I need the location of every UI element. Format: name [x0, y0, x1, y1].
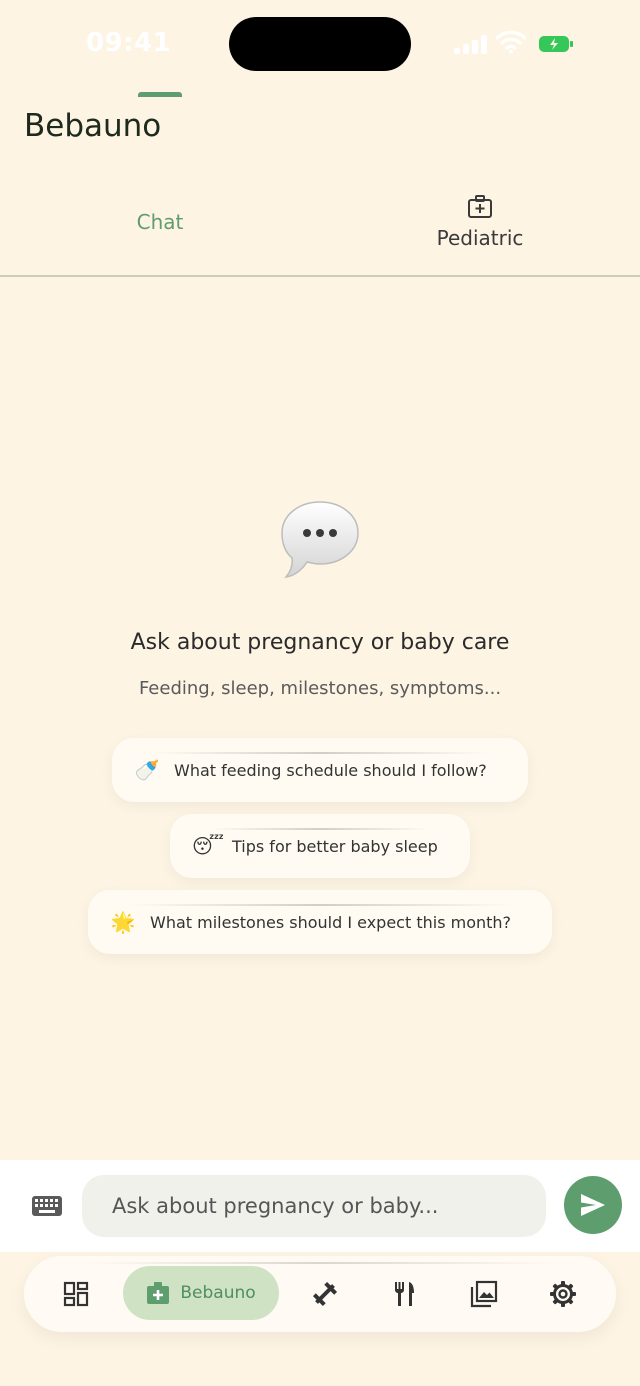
fork-knife-icon — [395, 1282, 414, 1306]
send-button[interactable] — [564, 1176, 622, 1234]
cellular-signal-icon — [454, 34, 488, 54]
tab-pediatric[interactable]: Pediatric — [320, 180, 640, 276]
nav-dashboard[interactable] — [50, 1268, 102, 1320]
speech-bubble-icon — [281, 501, 359, 578]
suggestion-chip-milestones[interactable]: 🌟 What milestones should I expect this m… — [88, 890, 552, 954]
dynamic-island — [229, 17, 411, 71]
bottom-nav: Bebauno — [24, 1256, 616, 1332]
status-bar: 09:41 — [0, 0, 640, 90]
empty-state-subtitle: Feeding, sleep, milestones, symptoms... — [138, 678, 502, 699]
medical-kit-icon — [147, 1282, 170, 1304]
keyboard-icon[interactable] — [32, 1196, 62, 1216]
empty-state-title: Ask about pregnancy or baby care — [130, 630, 510, 655]
sleeping-face-icon: 😴 — [192, 834, 225, 858]
baby-bottle-icon: 🍼 — [134, 758, 160, 782]
nav-bebauno[interactable]: Bebauno — [123, 1266, 279, 1320]
suggestion-text: What feeding schedule should I follow? — [174, 760, 487, 780]
app-title: Bebauno — [24, 108, 162, 144]
nav-food[interactable] — [379, 1268, 431, 1320]
suggestion-chip-feeding[interactable]: 🍼 What feeding schedule should I follow? — [112, 738, 528, 802]
wifi-icon — [496, 30, 526, 54]
suggestion-text: Tips for better baby sleep — [232, 836, 438, 856]
tab-chat-label: Chat — [136, 210, 184, 234]
battery-charging-icon — [539, 36, 573, 52]
nav-settings[interactable] — [537, 1268, 589, 1320]
send-icon — [581, 1194, 605, 1216]
suggestion-text: What milestones should I expect this mon… — [150, 912, 512, 932]
tab-pediatric-label: Pediatric — [436, 226, 524, 250]
dumbbell-icon — [312, 1281, 338, 1307]
nav-active-label: Bebauno — [180, 1283, 256, 1303]
tabs-divider — [0, 275, 640, 277]
tab-bar: Chat Pediatric — [0, 180, 640, 276]
gallery-icon — [470, 1280, 498, 1308]
gear-icon — [550, 1281, 576, 1307]
nav-fitness[interactable] — [299, 1268, 351, 1320]
suggestion-chip-sleep[interactable]: 😴 Tips for better baby sleep — [170, 814, 470, 878]
tab-chat[interactable]: Chat — [0, 180, 320, 276]
status-time: 09:41 — [86, 28, 172, 58]
dashboard-icon — [63, 1281, 89, 1307]
nav-gallery[interactable] — [458, 1268, 510, 1320]
medical-kit-icon — [468, 195, 492, 218]
star-icon: 🌟 — [110, 910, 136, 934]
chat-input[interactable] — [82, 1175, 546, 1237]
tab-indicator — [138, 92, 182, 97]
